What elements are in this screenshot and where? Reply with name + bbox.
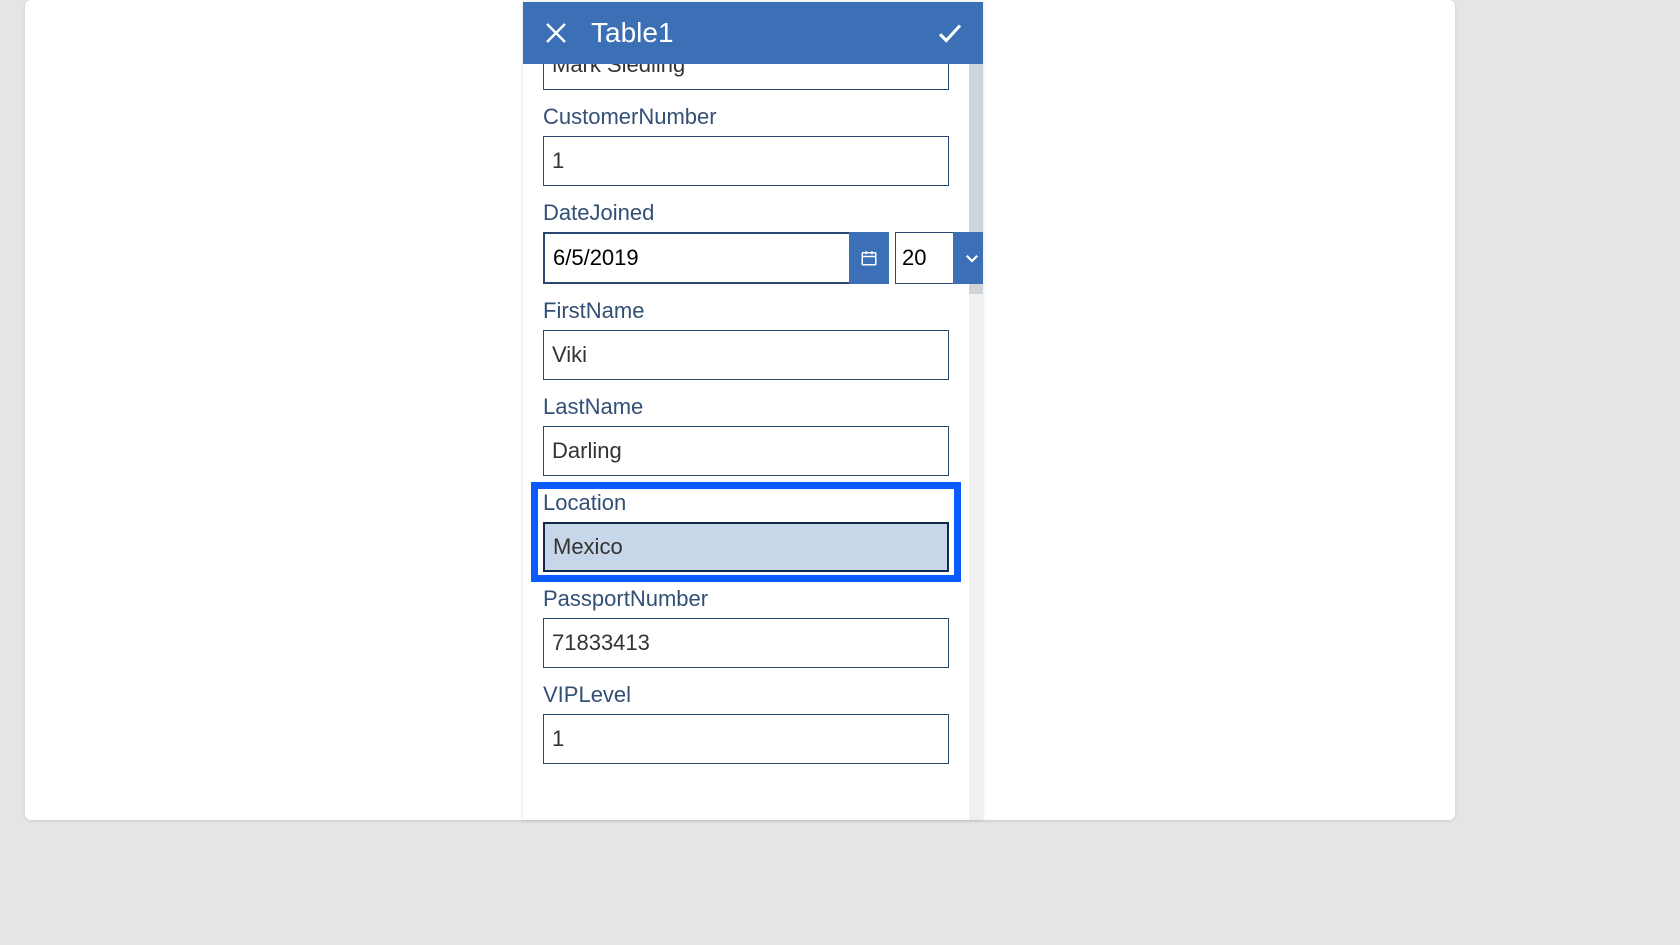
label-location: Location <box>543 490 949 516</box>
titlebar: Table1 <box>523 2 983 64</box>
passport-number-input[interactable] <box>543 618 949 668</box>
first-name-input[interactable] <box>543 330 949 380</box>
label-passport-number: PassportNumber <box>543 586 949 612</box>
confirm-button[interactable] <box>935 18 965 48</box>
form: CustomerNumber DateJoined <box>523 64 969 784</box>
label-vip-level: VIPLevel <box>543 682 949 708</box>
close-button[interactable] <box>541 18 571 48</box>
label-last-name: LastName <box>543 394 949 420</box>
label-date-joined: DateJoined <box>543 200 949 226</box>
date-row: 20 : 00 <box>543 232 949 284</box>
field-passport-number: PassportNumber <box>543 586 949 668</box>
field-customer-number: CustomerNumber <box>543 104 949 186</box>
check-icon <box>935 18 965 48</box>
customer-number-input[interactable] <box>543 136 949 186</box>
field-vip-level: VIPLevel <box>543 682 949 764</box>
field-last-name: LastName <box>543 394 949 476</box>
form-scroll-area: CustomerNumber DateJoined <box>523 64 983 820</box>
location-input[interactable] <box>543 522 949 572</box>
field-date-joined: DateJoined 20 <box>543 200 949 284</box>
app-window: Table1 CustomerNumber <box>523 2 983 820</box>
canvas-background: Table1 CustomerNumber <box>25 0 1455 820</box>
field-name-partial <box>543 64 949 90</box>
label-first-name: FirstName <box>543 298 949 324</box>
last-name-input[interactable] <box>543 426 949 476</box>
close-icon <box>544 21 568 45</box>
page-title: Table1 <box>591 17 674 49</box>
hour-select[interactable]: 20 <box>895 232 983 284</box>
titlebar-left: Table1 <box>541 17 674 49</box>
name-input[interactable] <box>543 64 949 90</box>
calendar-button[interactable] <box>849 232 889 284</box>
field-first-name: FirstName <box>543 298 949 380</box>
date-input[interactable] <box>543 232 849 284</box>
label-customer-number: CustomerNumber <box>543 104 949 130</box>
field-location: Location <box>543 490 949 572</box>
date-input-wrap <box>543 232 889 284</box>
hour-dropdown-button[interactable] <box>953 232 983 284</box>
hour-value: 20 <box>895 232 953 284</box>
vip-level-input[interactable] <box>543 714 949 764</box>
chevron-down-icon <box>963 249 981 267</box>
calendar-icon <box>860 249 878 267</box>
